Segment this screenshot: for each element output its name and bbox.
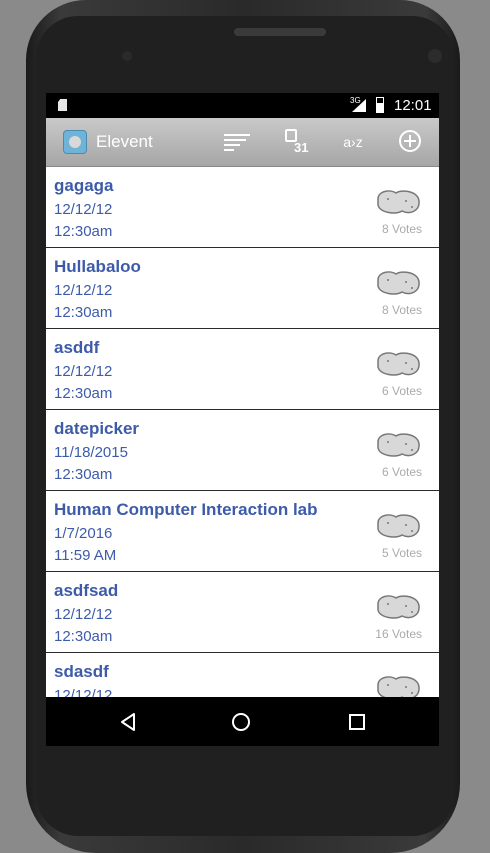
battery-icon: [376, 97, 384, 113]
event-list: gagaga 12/12/12 12:30am 8 Votes Hullabal…: [46, 167, 439, 697]
clock: 12:01: [394, 97, 432, 114]
event-title: sdasdf: [54, 662, 109, 681]
network-type: 3G: [350, 96, 361, 105]
list-item[interactable]: sdasdf 12/12/12: [46, 653, 439, 697]
vote-count: 6 Votes: [381, 384, 422, 398]
sort-alphabetical-icon[interactable]: a›z: [336, 126, 370, 158]
list-item[interactable]: datepicker 11/18/2015 12:30am 6 Votes: [46, 410, 439, 491]
front-camera: [428, 49, 442, 63]
sd-card-icon: [58, 99, 67, 111]
list-item[interactable]: asddf 12/12/12 12:30am 6 Votes: [46, 329, 439, 410]
event-title: asddf: [54, 338, 100, 357]
vote-count: 5 Votes: [381, 546, 422, 560]
list-item[interactable]: asdfsad 12/12/12 12:30am 16 Votes: [46, 572, 439, 653]
potato-vote-icon[interactable]: [374, 187, 422, 217]
add-event-icon[interactable]: [395, 126, 429, 158]
potato-vote-icon[interactable]: [374, 349, 422, 379]
app-title: Elevent: [96, 132, 153, 151]
recent-apps-icon[interactable]: [344, 709, 370, 735]
event-time: 11:59 AM: [54, 547, 117, 564]
event-time: 12:30am: [54, 466, 113, 483]
action-bar: Elevent 31 a›z: [46, 118, 439, 167]
event-title: gagaga: [54, 176, 114, 195]
event-date: 12/12/12: [54, 687, 113, 697]
sort-by-date-icon[interactable]: 31: [282, 126, 316, 158]
potato-vote-icon[interactable]: [374, 511, 422, 541]
screen: 3G 12:01 Elevent 31 a›z gagaga 12/12/12 …: [46, 93, 439, 746]
status-bar: 3G 12:01: [46, 93, 439, 118]
event-title: Hullabaloo: [54, 257, 141, 276]
potato-vote-icon[interactable]: [374, 673, 422, 697]
event-date: 11/18/2015: [54, 444, 128, 461]
list-item[interactable]: Human Computer Interaction lab 1/7/2016 …: [46, 491, 439, 572]
event-title: datepicker: [54, 419, 140, 438]
potato-vote-icon[interactable]: [374, 592, 422, 622]
event-date: 1/7/2016: [54, 525, 113, 542]
vote-count: 16 Votes: [375, 627, 422, 641]
event-time: 12:30am: [54, 223, 113, 240]
sort-icon[interactable]: [222, 126, 256, 158]
speaker-grille: [234, 28, 326, 36]
app-icon[interactable]: [63, 130, 87, 154]
potato-vote-icon[interactable]: [374, 268, 422, 298]
back-icon[interactable]: [116, 709, 142, 735]
event-time: 12:30am: [54, 304, 113, 321]
potato-vote-icon[interactable]: [374, 430, 422, 460]
vote-count: 6 Votes: [381, 465, 422, 479]
event-date: 12/12/12: [54, 363, 113, 380]
home-icon[interactable]: [228, 709, 254, 735]
list-item[interactable]: Hullabaloo 12/12/12 12:30am 8 Votes: [46, 248, 439, 329]
navigation-bar: [46, 697, 439, 746]
event-title: Human Computer Interaction lab: [54, 500, 318, 519]
event-time: 12:30am: [54, 385, 113, 402]
vote-count: 8 Votes: [381, 222, 422, 236]
event-time: 12:30am: [54, 628, 113, 645]
event-date: 12/12/12: [54, 606, 113, 623]
sensor: [122, 51, 132, 61]
event-date: 12/12/12: [54, 201, 113, 218]
vote-count: 8 Votes: [381, 303, 422, 317]
list-item[interactable]: gagaga 12/12/12 12:30am 8 Votes: [46, 167, 439, 248]
event-date: 12/12/12: [54, 282, 113, 299]
calendar-number: 31: [294, 140, 309, 155]
event-title: asdfsad: [54, 581, 119, 600]
